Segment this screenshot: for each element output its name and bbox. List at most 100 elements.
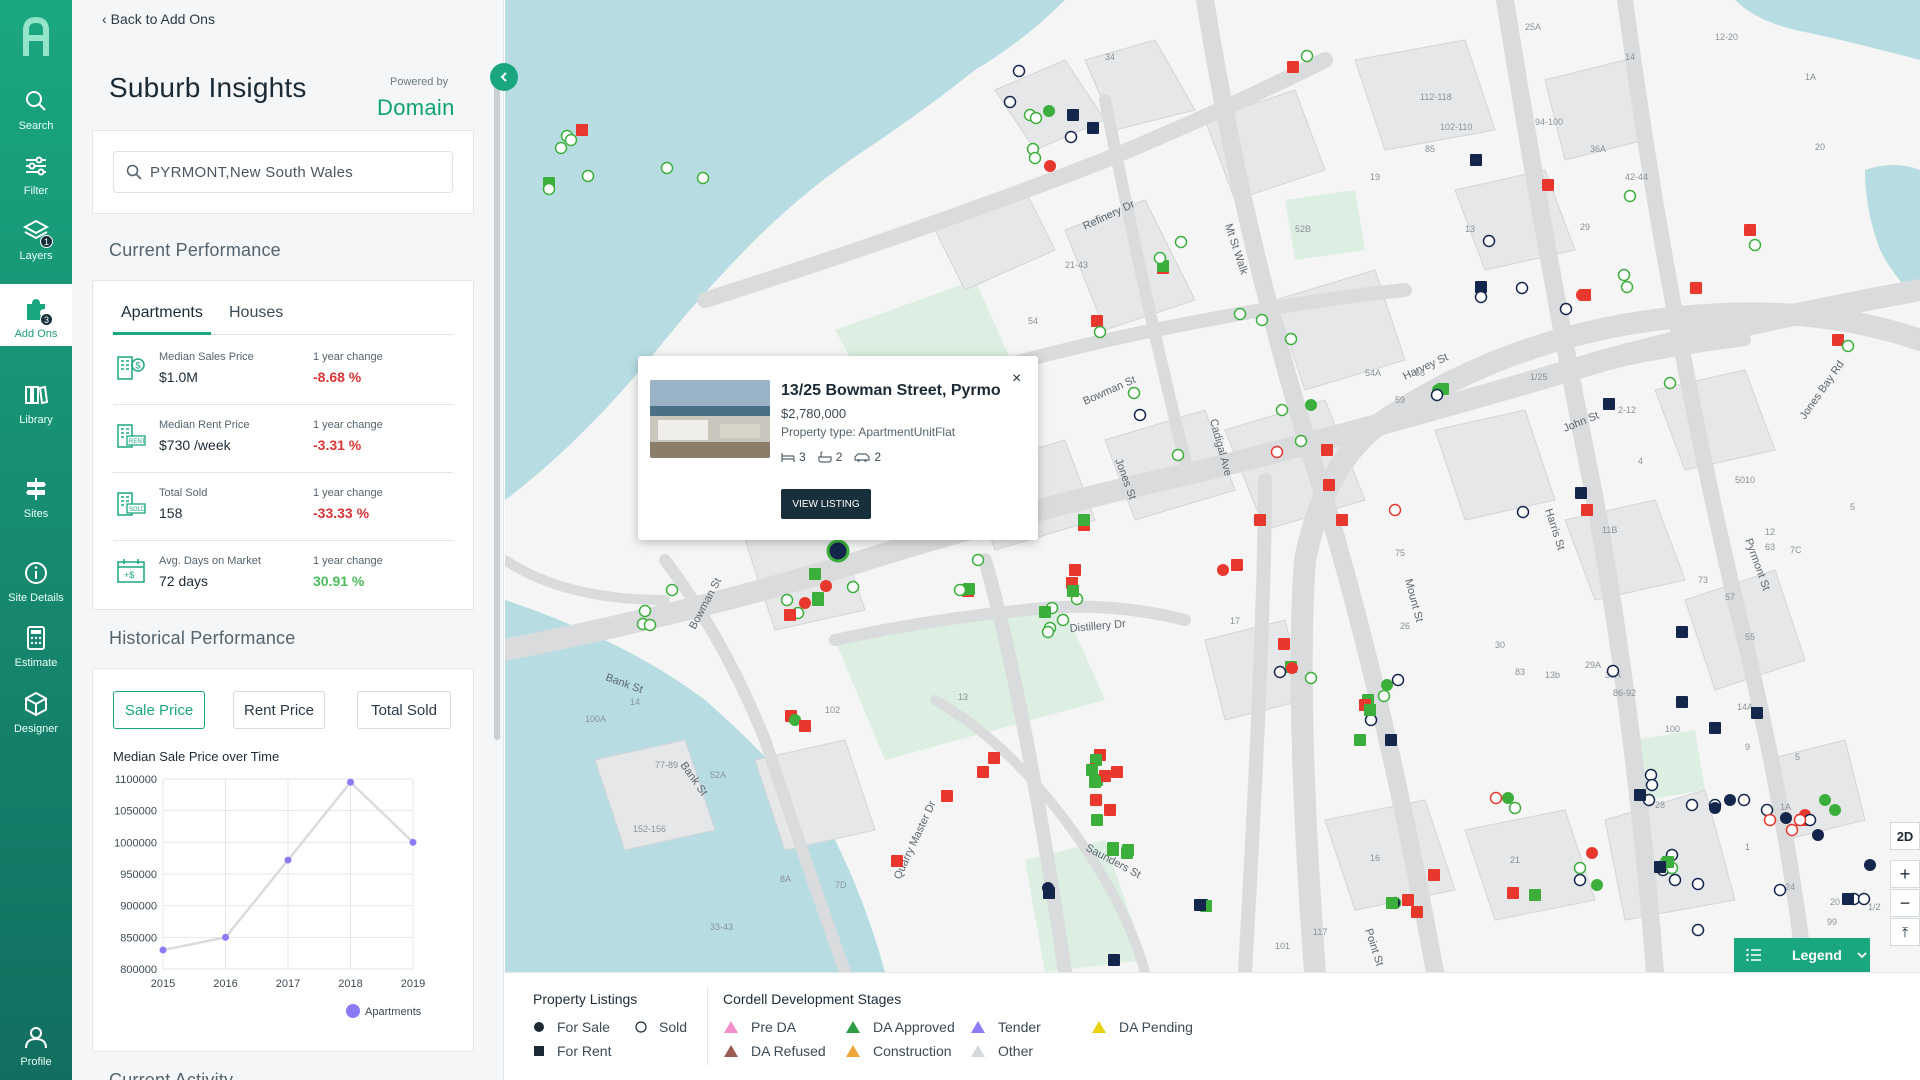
property-marker[interactable] — [812, 592, 824, 604]
property-marker[interactable] — [799, 720, 811, 732]
property-marker[interactable] — [1709, 802, 1721, 814]
property-marker[interactable] — [1864, 859, 1876, 871]
property-marker[interactable] — [1645, 778, 1659, 792]
property-marker[interactable] — [1044, 160, 1056, 172]
property-marker[interactable] — [1559, 302, 1573, 316]
nav-filter[interactable]: Filter — [0, 141, 72, 203]
tab-houses[interactable]: Houses — [221, 295, 291, 335]
property-marker[interactable] — [1857, 892, 1871, 906]
property-marker[interactable] — [1668, 873, 1682, 887]
property-marker[interactable] — [988, 752, 1000, 764]
property-marker[interactable] — [1751, 707, 1763, 719]
property-marker[interactable] — [1748, 238, 1762, 252]
property-marker[interactable] — [1581, 504, 1593, 516]
property-marker[interactable] — [1724, 794, 1736, 806]
selected-property-marker[interactable] — [826, 539, 850, 563]
suburb-search-input[interactable] — [150, 163, 440, 181]
chart-data-point[interactable] — [159, 946, 167, 954]
chart-data-point[interactable] — [409, 838, 417, 846]
property-marker[interactable] — [1304, 671, 1318, 685]
property-marker[interactable] — [1388, 503, 1402, 517]
back-to-add-ons-link[interactable]: ‹ Back to Add Ons — [102, 11, 215, 27]
property-marker[interactable] — [1067, 109, 1079, 121]
property-marker[interactable] — [1275, 403, 1289, 417]
property-marker[interactable] — [1579, 289, 1591, 301]
property-marker[interactable] — [1603, 398, 1615, 410]
property-marker[interactable] — [660, 161, 674, 175]
property-marker[interactable] — [1819, 794, 1831, 806]
tab-apartments[interactable]: Apartments — [113, 295, 211, 335]
property-marker[interactable] — [1812, 829, 1824, 841]
property-marker[interactable] — [1067, 585, 1079, 597]
property-marker[interactable] — [1780, 812, 1792, 824]
property-marker[interactable] — [1709, 722, 1721, 734]
property-marker[interactable] — [1744, 224, 1756, 236]
property-marker[interactable] — [665, 583, 679, 597]
property-marker[interactable] — [1091, 814, 1103, 826]
property-marker[interactable] — [1676, 626, 1688, 638]
property-marker[interactable] — [1336, 514, 1348, 526]
property-marker[interactable] — [1107, 842, 1119, 854]
collapse-panel-button[interactable] — [490, 63, 518, 91]
property-marker[interactable] — [1171, 448, 1185, 462]
property-marker[interactable] — [1634, 789, 1646, 801]
property-marker[interactable] — [1430, 388, 1444, 402]
property-marker[interactable] — [1364, 713, 1378, 727]
property-marker[interactable] — [1029, 111, 1043, 125]
property-marker[interactable] — [1489, 791, 1503, 805]
property-marker[interactable] — [1254, 514, 1266, 526]
property-marker[interactable] — [1056, 613, 1070, 627]
property-marker[interactable] — [1104, 804, 1116, 816]
property-marker[interactable] — [1300, 49, 1314, 63]
nav-site-details[interactable]: Site Details — [0, 548, 72, 610]
property-marker[interactable] — [941, 790, 953, 802]
sale-price-button[interactable]: Sale Price — [113, 691, 205, 729]
property-marker[interactable] — [1122, 844, 1134, 856]
property-marker[interactable] — [1785, 823, 1799, 837]
property-marker[interactable] — [1529, 889, 1541, 901]
property-marker[interactable] — [1685, 798, 1699, 812]
property-marker[interactable] — [1111, 766, 1123, 778]
property-marker[interactable] — [1273, 665, 1287, 679]
close-icon[interactable]: × — [1012, 370, 1021, 388]
property-marker[interactable] — [1364, 704, 1376, 716]
property-marker[interactable] — [1470, 154, 1482, 166]
property-marker[interactable] — [799, 597, 811, 609]
reset-north-button[interactable]: ⤒ — [1890, 918, 1920, 946]
property-marker[interactable] — [542, 182, 556, 196]
property-marker[interactable] — [1737, 793, 1751, 807]
property-marker[interactable] — [1174, 235, 1188, 249]
property-marker[interactable] — [1286, 662, 1298, 674]
property-marker[interactable] — [1194, 899, 1206, 911]
property-marker[interactable] — [1133, 408, 1147, 422]
property-marker[interactable] — [1003, 95, 1017, 109]
property-marker[interactable] — [1573, 861, 1587, 875]
property-marker[interactable] — [1573, 873, 1587, 887]
property-marker[interactable] — [1773, 883, 1787, 897]
property-marker[interactable] — [971, 553, 985, 567]
zoom-out-button[interactable]: − — [1890, 889, 1920, 917]
property-marker[interactable] — [1386, 897, 1398, 909]
property-marker[interactable] — [1323, 479, 1335, 491]
property-marker[interactable] — [1064, 130, 1078, 144]
property-marker[interactable] — [1043, 105, 1055, 117]
property-marker[interactable] — [1231, 559, 1243, 571]
property-marker[interactable] — [809, 568, 821, 580]
property-marker[interactable] — [1127, 386, 1141, 400]
property-marker[interactable] — [820, 580, 832, 592]
property-marker[interactable] — [638, 604, 652, 618]
property-marker[interactable] — [1028, 151, 1042, 165]
property-marker[interactable] — [1091, 315, 1103, 327]
property-marker[interactable] — [1284, 332, 1298, 346]
property-marker[interactable] — [1078, 514, 1090, 526]
property-marker[interactable] — [1428, 869, 1440, 881]
property-marker[interactable] — [1691, 923, 1705, 937]
property-marker[interactable] — [891, 855, 903, 867]
property-marker[interactable] — [1691, 877, 1705, 891]
property-marker[interactable] — [1586, 847, 1598, 859]
property-marker[interactable] — [1515, 281, 1529, 295]
property-marker[interactable] — [1663, 376, 1677, 390]
property-marker[interactable] — [1793, 813, 1807, 827]
property-marker[interactable] — [1502, 792, 1514, 804]
property-marker[interactable] — [1041, 625, 1055, 639]
